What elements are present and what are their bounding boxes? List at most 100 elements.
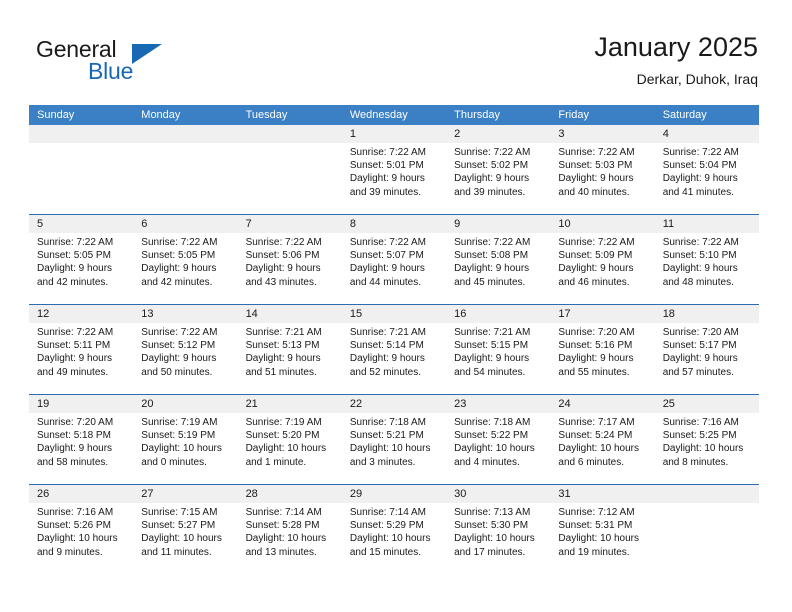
sunrise-text: Sunrise: 7:22 AM xyxy=(141,237,218,248)
day-cell[interactable]: 28 Sunrise: 7:14 AM Sunset: 5:28 PM Dayligh… xyxy=(237,485,342,574)
day-number: 19 xyxy=(37,398,50,410)
day-number: 8 xyxy=(349,218,356,230)
daylight-text-line2: and 13 minutes. xyxy=(245,546,317,558)
sunset-text: Sunset: 5:12 PM xyxy=(141,340,216,352)
sunrise-text: Sunrise: 7:21 AM xyxy=(349,327,426,338)
calendar-grid: Sunday Monday Tuesday Wednesday Thursday… xyxy=(29,105,759,574)
day-cell[interactable]: 6 Sunrise: 7:22 AM Sunset: 5:05 PM Daylight… xyxy=(133,215,238,304)
day-cell[interactable]: 18 Sunrise: 7:20 AM Sunset: 5:17 PM Dayligh… xyxy=(654,305,759,394)
day-cell[interactable]: 21 Sunrise: 7:19 AM Sunset: 5:20 PM Dayligh… xyxy=(237,395,342,484)
daylight-text-line1: Daylight: 10 hours xyxy=(349,533,431,545)
daylight-text-line1: Daylight: 9 hours xyxy=(454,173,530,185)
sunset-text: Sunset: 5:03 PM xyxy=(558,160,633,172)
sunrise-text: Sunrise: 7:22 AM xyxy=(245,237,322,248)
day-number-band xyxy=(29,125,134,143)
sunrise-text: Sunrise: 7:20 AM xyxy=(662,327,739,338)
day-cell[interactable]: 14 Sunrise: 7:21 AM Sunset: 5:13 PM Dayligh… xyxy=(237,305,342,394)
weekday-header-row: Sunday Monday Tuesday Wednesday Thursday… xyxy=(29,105,759,125)
day-cell[interactable]: 16 Sunrise: 7:21 AM Sunset: 5:15 PM Dayligh… xyxy=(446,305,551,394)
day-cell[interactable]: 29 Sunrise: 7:14 AM Sunset: 5:29 PM Dayligh… xyxy=(341,485,447,574)
weekday-header-tuesday: Tuesday xyxy=(245,109,288,121)
week-row: 19 Sunrise: 7:20 AM Sunset: 5:18 PM Dayligh… xyxy=(29,394,759,484)
sunset-text: Sunset: 5:08 PM xyxy=(454,250,529,262)
daylight-text-line2: and 8 minutes. xyxy=(662,456,729,468)
day-info: Sunrise: 7:14 AM Sunset: 5:28 PM Daylight:… xyxy=(238,503,342,559)
sunrise-text: Sunrise: 7:12 AM xyxy=(558,507,635,518)
daylight-text-line2: and 3 minutes. xyxy=(349,456,416,468)
daylight-text-line2: and 46 minutes. xyxy=(558,276,630,288)
daylight-text-line1: Daylight: 9 hours xyxy=(454,353,530,365)
day-cell[interactable]: 12 Sunrise: 7:22 AM Sunset: 5:11 PM Dayligh… xyxy=(29,305,134,394)
sunrise-text: Sunrise: 7:14 AM xyxy=(245,507,322,518)
day-cell[interactable]: 11 Sunrise: 7:22 AM Sunset: 5:10 PM Dayligh… xyxy=(654,215,759,304)
sunrise-text: Sunrise: 7:17 AM xyxy=(558,417,635,428)
sunset-text: Sunset: 5:18 PM xyxy=(37,430,111,442)
week-row: 1 Sunrise: 7:22 AM Sunset: 5:01 PM Daylight… xyxy=(29,125,759,214)
day-cell[interactable]: 15 Sunrise: 7:21 AM Sunset: 5:14 PM Dayligh… xyxy=(341,305,447,394)
sunset-text: Sunset: 5:26 PM xyxy=(37,520,111,532)
daylight-text-line1: Daylight: 9 hours xyxy=(349,173,425,185)
daylight-text-line2: and 6 minutes. xyxy=(558,456,625,468)
day-cell[interactable]: 30 Sunrise: 7:13 AM Sunset: 5:30 PM Dayligh… xyxy=(446,485,551,574)
day-cell[interactable]: 31 Sunrise: 7:12 AM Sunset: 5:31 PM Dayligh… xyxy=(550,485,655,574)
day-cell[interactable]: 24 Sunrise: 7:17 AM Sunset: 5:24 PM Dayligh… xyxy=(550,395,655,484)
day-cell[interactable]: 10 Sunrise: 7:22 AM Sunset: 5:09 PM Dayligh… xyxy=(550,215,655,304)
daylight-text-line2: and 57 minutes. xyxy=(662,366,734,378)
day-number-band: 31 xyxy=(550,485,655,503)
weekday-header-sunday: Sunday xyxy=(37,109,75,121)
page-title: January 2025 xyxy=(594,32,758,62)
day-cell[interactable]: 1 Sunrise: 7:22 AM Sunset: 5:01 PM Daylight… xyxy=(341,125,447,214)
day-info: Sunrise: 7:15 AM Sunset: 5:27 PM Daylight:… xyxy=(133,503,237,559)
sunset-text: Sunset: 5:28 PM xyxy=(245,520,320,532)
sunset-text: Sunset: 5:24 PM xyxy=(558,430,633,442)
day-cell[interactable]: 9 Sunrise: 7:22 AM Sunset: 5:08 PM Daylight… xyxy=(446,215,551,304)
week-row: 5 Sunrise: 7:22 AM Sunset: 5:05 PM Daylight… xyxy=(29,214,759,304)
sunset-text: Sunset: 5:05 PM xyxy=(141,250,216,262)
day-number: 29 xyxy=(349,488,363,500)
day-number: 31 xyxy=(558,488,571,500)
day-cell-empty xyxy=(654,485,759,574)
day-number-band: 7 xyxy=(237,215,342,233)
daylight-text-line1: Daylight: 9 hours xyxy=(37,263,113,275)
day-cell[interactable]: 13 Sunrise: 7:22 AM Sunset: 5:12 PM Dayligh… xyxy=(133,305,238,394)
day-number: 18 xyxy=(662,308,675,320)
day-cell[interactable]: 23 Sunrise: 7:18 AM Sunset: 5:22 PM Dayligh… xyxy=(446,395,551,484)
daylight-text-line2: and 41 minutes. xyxy=(662,186,734,198)
day-cell[interactable]: 4 Sunrise: 7:22 AM Sunset: 5:04 PM Daylight… xyxy=(654,125,759,214)
daylight-text-line2: and 9 minutes. xyxy=(37,546,103,558)
day-info: Sunrise: 7:22 AM Sunset: 5:10 PM Daylight:… xyxy=(655,233,759,289)
day-number: 11 xyxy=(662,218,675,230)
day-cell[interactable]: 2 Sunrise: 7:22 AM Sunset: 5:02 PM Daylight… xyxy=(446,125,551,214)
daylight-text-line1: Daylight: 9 hours xyxy=(245,353,321,365)
day-number: 5 xyxy=(37,218,44,230)
day-number-band: 24 xyxy=(550,395,655,413)
day-cell[interactable]: 20 Sunrise: 7:19 AM Sunset: 5:19 PM Dayligh… xyxy=(133,395,238,484)
sunrise-text: Sunrise: 7:22 AM xyxy=(662,237,739,248)
daylight-text-line2: and 42 minutes. xyxy=(141,276,213,288)
general-blue-logo[interactable]: General Blue xyxy=(36,36,236,92)
logo-text-blue: Blue xyxy=(88,58,134,84)
sunrise-text: Sunrise: 7:22 AM xyxy=(37,237,114,248)
sunset-text: Sunset: 5:11 PM xyxy=(37,340,111,352)
day-number-band: 15 xyxy=(341,305,447,323)
day-cell[interactable]: 7 Sunrise: 7:22 AM Sunset: 5:06 PM Daylight… xyxy=(237,215,342,304)
day-cell[interactable]: 26 Sunrise: 7:16 AM Sunset: 5:26 PM Dayligh… xyxy=(29,485,134,574)
day-number-band: 25 xyxy=(654,395,759,413)
day-number-band: 2 xyxy=(446,125,551,143)
sunset-text: Sunset: 5:20 PM xyxy=(245,430,320,442)
triangle-icon xyxy=(132,44,162,64)
day-number: 12 xyxy=(37,308,50,320)
day-cell[interactable]: 8 Sunrise: 7:22 AM Sunset: 5:07 PM Daylight… xyxy=(341,215,447,304)
sunrise-text: Sunrise: 7:22 AM xyxy=(349,147,426,158)
day-cell[interactable]: 3 Sunrise: 7:22 AM Sunset: 5:03 PM Daylight… xyxy=(550,125,655,214)
day-cell[interactable]: 22 Sunrise: 7:18 AM Sunset: 5:21 PM Dayligh… xyxy=(341,395,447,484)
day-cell[interactable]: 19 Sunrise: 7:20 AM Sunset: 5:18 PM Dayligh… xyxy=(29,395,134,484)
day-number: 16 xyxy=(454,308,467,320)
day-cell[interactable]: 27 Sunrise: 7:15 AM Sunset: 5:27 PM Dayligh… xyxy=(133,485,238,574)
day-number-band: 26 xyxy=(29,485,134,503)
day-cell[interactable]: 17 Sunrise: 7:20 AM Sunset: 5:16 PM Dayligh… xyxy=(550,305,655,394)
sunrise-text: Sunrise: 7:18 AM xyxy=(349,417,426,428)
daylight-text-line1: Daylight: 9 hours xyxy=(245,263,321,275)
day-cell[interactable]: 5 Sunrise: 7:22 AM Sunset: 5:05 PM Daylight… xyxy=(29,215,134,304)
day-cell[interactable]: 25 Sunrise: 7:16 AM Sunset: 5:25 PM Dayligh… xyxy=(654,395,759,484)
